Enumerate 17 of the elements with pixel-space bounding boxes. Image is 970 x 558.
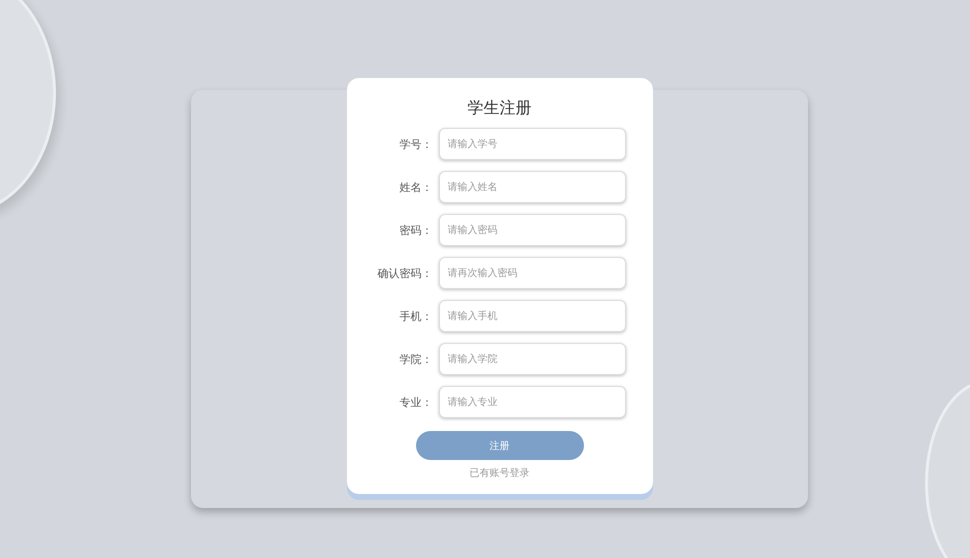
field-label: 专业： — [398, 394, 432, 410]
input-field[interactable]: 请输入手机 — [438, 300, 626, 332]
field-label: 学院： — [398, 352, 432, 366]
field-label: 密码： — [398, 222, 432, 238]
input-field[interactable]: 请输入学院 — [438, 343, 626, 375]
field-label: 学号： — [398, 136, 432, 152]
input-field[interactable]: 请输入姓名 — [438, 171, 626, 203]
form-title: 学生注册 — [468, 98, 532, 119]
field-label: 姓名： — [398, 180, 432, 194]
login-link[interactable]: 已有账号登录 — [470, 466, 530, 480]
field-label: 确认密码： — [376, 266, 432, 280]
input-field[interactable]: 请再次输入密码 — [438, 257, 626, 289]
register-button[interactable]: 注册 — [416, 431, 584, 460]
field-label: 手机： — [398, 308, 432, 324]
input-field[interactable]: 请输入学号 — [438, 128, 626, 160]
input-field[interactable]: 请输入专业 — [438, 386, 626, 418]
input-field[interactable]: 请输入密码 — [438, 214, 626, 246]
